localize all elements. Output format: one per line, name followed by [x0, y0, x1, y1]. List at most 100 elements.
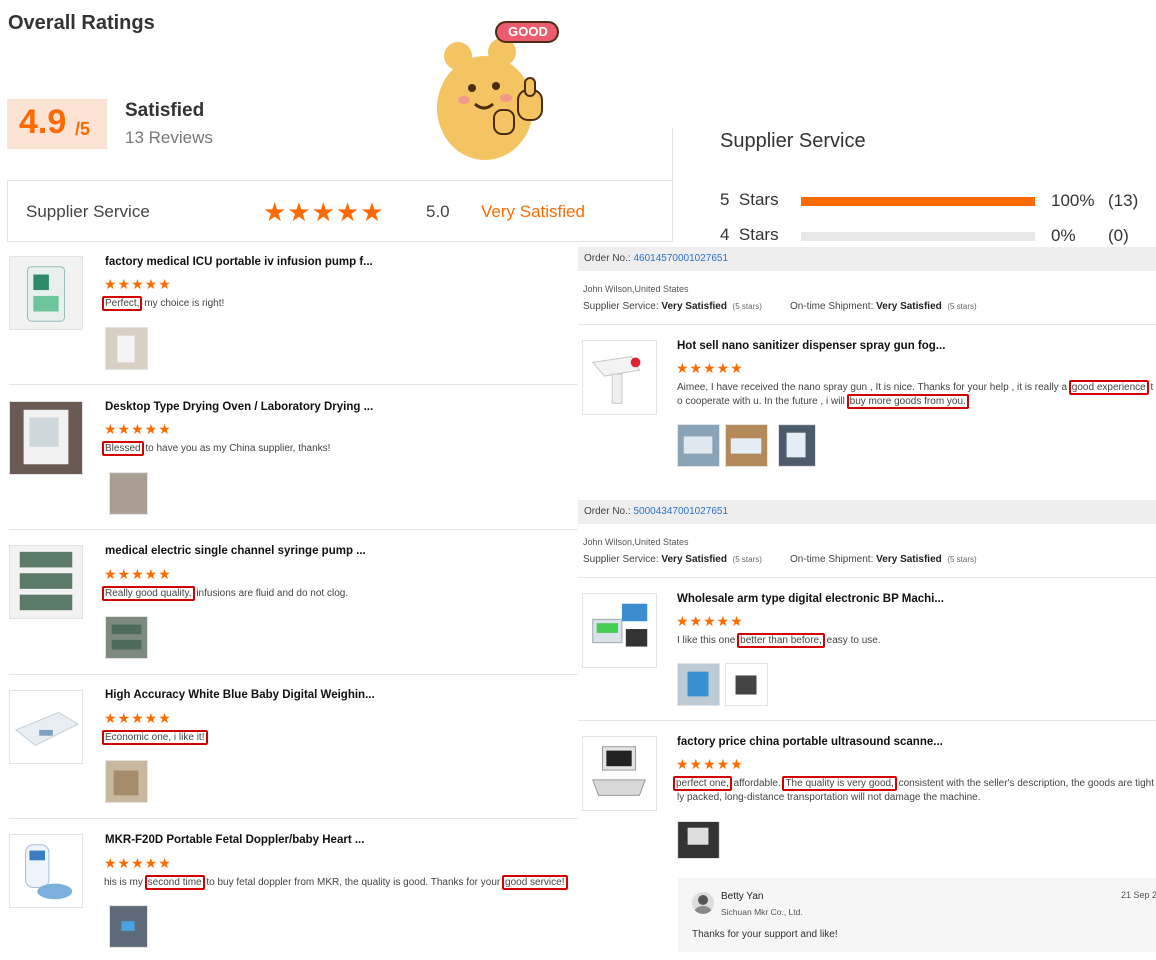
highlight-box: The quality is very good, — [782, 776, 897, 791]
svc-value: Very Satisfied — [661, 301, 727, 312]
distribution-row-5: 5 Stars 100% (13) — [720, 188, 1156, 212]
divider — [9, 674, 578, 675]
product-title[interactable]: Wholesale arm type digital electronic BP… — [677, 593, 944, 605]
review-pre: I like this one — [677, 635, 739, 646]
svc-label: Supplier Service: — [583, 554, 659, 565]
product-title[interactable]: MKR-F20D Portable Fetal Doppler/baby Hea… — [105, 834, 364, 846]
review-text: I like this one better than before, easy… — [677, 633, 881, 648]
order-label: Order No.: — [584, 253, 631, 264]
distribution-panel-border — [672, 128, 673, 180]
rating-stars: ★★★★★ — [676, 613, 744, 629]
supplier-service-verdict: Very Satisfied — [481, 202, 585, 221]
distribution-label: 5 Stars — [720, 190, 779, 209]
review-post: easy to use. — [823, 635, 881, 646]
review-photo[interactable] — [105, 760, 148, 803]
order-label: Order No.: — [584, 506, 631, 517]
supplier-service-bar: Supplier Service ★★★★★ 5.0 Very Satisfie… — [7, 180, 673, 242]
supplier-service-score: 5.0 — [426, 202, 450, 221]
order-number-link[interactable]: 50004347001027651 — [633, 506, 728, 517]
product-title[interactable]: Hot sell nano sanitizer dispenser spray … — [677, 340, 945, 352]
order-number-link[interactable]: 46014570001027651 — [633, 253, 728, 264]
product-image[interactable] — [9, 401, 83, 475]
ship-value: Very Satisfied — [876, 301, 942, 312]
review-photo[interactable] — [725, 663, 768, 706]
highlight-box: buy more goods from you. — [846, 394, 969, 409]
product-image[interactable] — [9, 690, 83, 764]
review-photo[interactable] — [105, 327, 148, 370]
product-image[interactable] — [9, 256, 83, 330]
ship-label: On-time Shipment: — [790, 301, 874, 312]
review-rest: to have you as my China supplier, thanks… — [142, 443, 331, 454]
highlight-box: perfect one, — [673, 776, 732, 791]
review-photo[interactable] — [778, 424, 816, 467]
highlight-box: good experience — [1068, 380, 1149, 395]
shipment-rating: On-time Shipment: Very Satisfied (5 star… — [790, 554, 977, 565]
reply-name: Betty Yan — [721, 891, 764, 902]
product-title[interactable]: medical electric single channel syringe … — [105, 545, 366, 557]
product-image[interactable] — [582, 736, 657, 811]
distribution-label: 4 Stars — [720, 225, 779, 244]
distribution-track — [801, 232, 1035, 241]
rating-stars: ★★★★★ — [104, 566, 172, 582]
ship-label: On-time Shipment: — [790, 554, 874, 565]
review-photo[interactable] — [109, 472, 148, 515]
highlight-box: Blessed — [102, 441, 144, 456]
review-rest: infusions are fluid and do not clog. — [193, 588, 349, 599]
review-photo[interactable] — [677, 821, 720, 859]
product-title[interactable]: High Accuracy White Blue Baby Digital We… — [105, 689, 375, 701]
svc-stars: (5 stars) — [732, 302, 762, 311]
supplier-service-rating: Supplier Service: Very Satisfied (5 star… — [583, 301, 762, 312]
divider — [9, 529, 578, 530]
rating-stars: ★★★★★ — [104, 276, 172, 292]
reply-date: 21 Sep 2 — [1121, 890, 1156, 900]
review-text: his is my second time to buy fetal doppl… — [104, 875, 568, 890]
reply-company: Sichuan Mkr Co., Ltd. — [721, 907, 803, 917]
highlight-box: Really good quality, — [102, 586, 195, 601]
review-post: t — [1147, 382, 1154, 393]
distribution-title: Supplier Service — [720, 130, 866, 152]
highlight-box: better than before, — [737, 633, 825, 648]
buyer-info: John Wilson,United States — [583, 284, 689, 294]
divider — [578, 324, 1156, 325]
rating-stars: ★★★★★ — [104, 710, 172, 726]
divider — [9, 384, 578, 385]
product-image[interactable] — [582, 340, 657, 415]
review-post: consistent with the seller's description… — [895, 778, 1155, 789]
divider — [9, 818, 578, 819]
product-title[interactable]: Desktop Type Drying Oven / Laboratory Dr… — [105, 401, 373, 413]
product-image[interactable] — [9, 545, 83, 619]
ship-value: Very Satisfied — [876, 554, 942, 565]
review-pre: his is my — [104, 877, 146, 888]
distribution-row-4: 4 Stars 0% (0) — [720, 223, 1156, 247]
review-photo[interactable] — [677, 424, 720, 467]
divider — [578, 577, 1156, 578]
divider — [578, 720, 1156, 721]
review-pre: Aimee, I have received the nano spray gu… — [677, 382, 1070, 393]
product-title[interactable]: factory price china portable ultrasound … — [677, 736, 943, 748]
highlight-box: Economic one, i like it! — [102, 730, 208, 745]
review-photo[interactable] — [725, 424, 768, 467]
svc-stars: (5 stars) — [732, 555, 762, 564]
order-bar: Order No.: 46014570001027651 — [578, 247, 1156, 271]
reviews-count[interactable]: 13 Reviews — [125, 128, 213, 148]
seller-reply: Betty Yan Sichuan Mkr Co., Ltd. 21 Sep 2… — [678, 878, 1156, 952]
product-title[interactable]: factory medical ICU portable iv infusion… — [105, 256, 373, 268]
review-text: Really good quality, infusions are fluid… — [102, 586, 349, 601]
rating-stars: ★★★★★ — [676, 360, 744, 376]
review-photo[interactable] — [677, 663, 720, 706]
review-text: Aimee, I have received the nano spray gu… — [677, 380, 1154, 395]
review-pre: o cooperate with u. In the future , i wi… — [677, 396, 848, 407]
review-mid: to buy fetal doppler from MKR, the quali… — [203, 877, 504, 888]
review-photo[interactable] — [105, 616, 148, 659]
product-image[interactable] — [582, 593, 657, 668]
svc-label: Supplier Service: — [583, 301, 659, 312]
sticker-text: GOOD — [508, 24, 548, 39]
review-text: perfect one, affordable. The quality is … — [673, 776, 1155, 791]
highlight-box: good service! — [502, 875, 568, 890]
distribution-fill — [801, 197, 1035, 206]
review-rest: my choice is right! — [141, 298, 225, 309]
rating-stars: ★★★★★ — [104, 421, 172, 437]
score-badge: 4.9 /5 — [7, 99, 107, 149]
product-image[interactable] — [9, 834, 83, 908]
review-photo[interactable] — [109, 905, 148, 948]
